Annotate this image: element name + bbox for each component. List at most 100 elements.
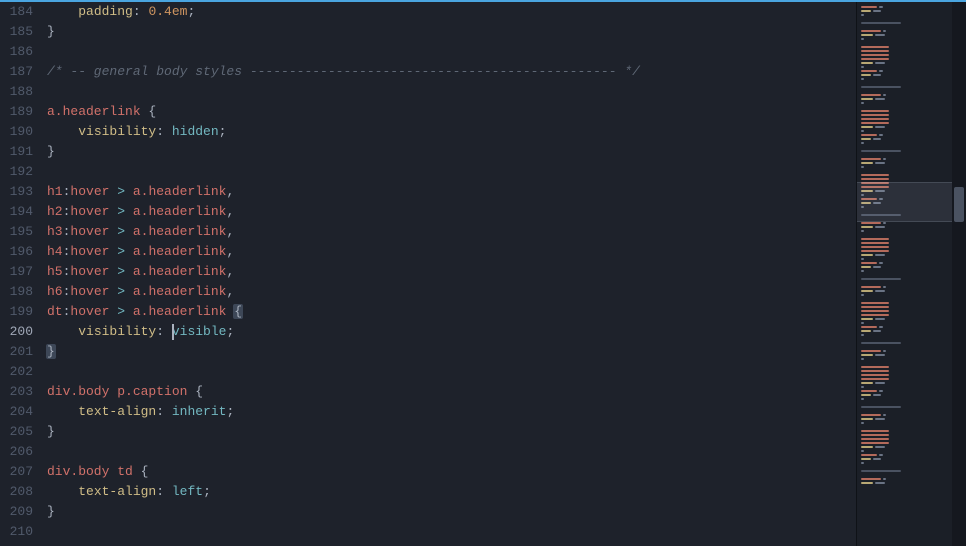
token-selector: h5 [47,264,63,279]
token-pseudo: hover [70,204,109,219]
token-selector: a.headerlink [47,104,141,119]
code-line[interactable]: text-align: left; [47,482,856,502]
minimap-content [861,2,946,484]
token-punct: : [156,124,172,139]
token-operator: > [109,224,132,239]
token-property: text-align [78,404,156,419]
line-number: 192 [0,162,39,182]
code-line[interactable] [47,82,856,102]
code-line[interactable]: /* -- general body styles --------------… [47,62,856,82]
code-line[interactable]: h6:hover > a.headerlink, [47,282,856,302]
token-selector: h6 [47,284,63,299]
code-line[interactable]: h4:hover > a.headerlink, [47,242,856,262]
token-valuekey: inherit [172,404,227,419]
line-number: 196 [0,242,39,262]
code-line[interactable]: h2:hover > a.headerlink, [47,202,856,222]
code-line[interactable]: div.body td { [47,462,856,482]
code-line[interactable]: padding: 0.4em; [47,2,856,22]
line-number: 188 [0,82,39,102]
line-number: 208 [0,482,39,502]
token-punct: , [226,224,234,239]
code-line[interactable]: } [47,422,856,442]
token-number: 0.4em [148,4,187,19]
line-number: 185 [0,22,39,42]
code-area[interactable]: padding: 0.4em;} /* -- general body style… [39,2,856,546]
line-number: 200 [0,322,39,342]
token-punct: ; [226,404,234,419]
token-space [47,484,78,499]
token-valuekey: left [172,484,203,499]
line-number: 198 [0,282,39,302]
line-number: 184 [0,2,39,22]
token-punct: { [133,464,149,479]
token-bracket: } [46,344,56,359]
token-punct: ; [187,4,195,19]
token-punct: : [156,484,172,499]
line-number: 203 [0,382,39,402]
token-operator: > [109,244,132,259]
line-number: 209 [0,502,39,522]
token-selector: h2 [47,204,63,219]
code-line[interactable]: } [47,142,856,162]
code-line[interactable]: } [47,22,856,42]
token-punct: { [187,384,203,399]
token-space [47,404,78,419]
token-property: text-align [78,484,156,499]
token-operator: > [109,284,132,299]
code-line[interactable]: dt:hover > a.headerlink { [47,302,856,322]
minimap-viewport[interactable] [857,182,966,222]
token-pseudo: hover [70,244,109,259]
code-line[interactable] [47,162,856,182]
token-punct: { [141,104,157,119]
scrollbar-thumb[interactable] [954,187,964,222]
code-line[interactable] [47,42,856,62]
code-line[interactable] [47,522,856,542]
code-line[interactable]: } [47,342,856,362]
token-punct: } [47,504,55,519]
editor-container: 1841851861871881891901911921931941951961… [0,0,966,546]
token-selector: a.headerlink [133,284,227,299]
token-space [47,4,78,19]
token-punct: , [226,284,234,299]
token-selector: h4 [47,244,63,259]
code-line[interactable]: visibility: hidden; [47,122,856,142]
line-number: 187 [0,62,39,82]
code-line[interactable]: visibility: visible; [47,322,856,342]
code-line[interactable]: h3:hover > a.headerlink, [47,222,856,242]
token-punct: } [47,24,55,39]
code-line[interactable]: a.headerlink { [47,102,856,122]
token-pseudo: hover [70,264,109,279]
token-punct: , [226,244,234,259]
code-line[interactable]: div.body p.caption { [47,382,856,402]
code-line[interactable]: h1:hover > a.headerlink, [47,182,856,202]
token-punct: , [226,264,234,279]
token-selector: div.body td [47,464,133,479]
minimap[interactable] [856,2,966,546]
token-selector: dt [47,304,63,319]
line-number: 190 [0,122,39,142]
token-punct: } [47,424,55,439]
line-number: 193 [0,182,39,202]
token-pseudo: hover [70,184,109,199]
text-cursor [172,324,174,340]
line-number: 206 [0,442,39,462]
line-number: 205 [0,422,39,442]
token-pseudo: hover [70,224,109,239]
token-selector: h1 [47,184,63,199]
token-punct: : [156,324,172,339]
code-line[interactable]: h5:hover > a.headerlink, [47,262,856,282]
code-line[interactable] [47,442,856,462]
token-valuekey: hidden [172,124,219,139]
token-operator: > [109,204,132,219]
line-number-gutter[interactable]: 1841851861871881891901911921931941951961… [0,2,39,546]
code-line[interactable]: text-align: inherit; [47,402,856,422]
line-number: 194 [0,202,39,222]
token-property: visibility [78,124,156,139]
token-punct: , [226,184,234,199]
scrollbar-track[interactable] [952,2,966,546]
code-line[interactable]: } [47,502,856,522]
token-punct: : [133,4,149,19]
line-number: 204 [0,402,39,422]
line-number: 195 [0,222,39,242]
code-line[interactable] [47,362,856,382]
